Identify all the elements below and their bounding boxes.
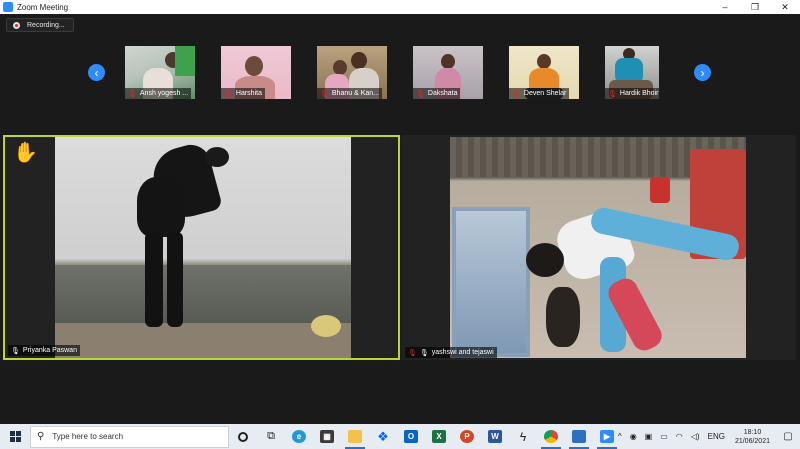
record-icon — [13, 21, 20, 29]
mic-muted-icon: 🎙 — [128, 90, 137, 98]
clock-date: 21/06/2021 — [734, 437, 770, 445]
participant-thumbnail[interactable]: 🎙 Dakshata — [413, 46, 483, 99]
window-title: Zoom Meeting — [17, 2, 69, 12]
participant-name: Bhanu & Kan... — [331, 90, 379, 97]
participant-name-label: 🎙 🎙 yashswi and tejaswi — [405, 347, 497, 358]
record-tray-icon[interactable]: ◉ — [626, 432, 641, 441]
mic-icon: 🎙 — [11, 347, 20, 355]
minimize-button[interactable]: – — [710, 0, 740, 14]
participant-video — [450, 137, 746, 358]
window-titlebar: Zoom Meeting – ❐ ✕ — [0, 0, 800, 14]
outlook-icon[interactable]: O — [397, 424, 425, 449]
mic-muted-icon: 🎙 — [512, 90, 521, 98]
next-page-button[interactable]: › — [694, 64, 711, 81]
power-automate-icon[interactable]: ϟ — [509, 424, 537, 449]
participant-name: Dakshata — [427, 90, 458, 97]
recording-label: Recording... — [27, 21, 65, 29]
volume-icon[interactable]: ◁) — [687, 432, 704, 441]
chrome-icon[interactable] — [537, 424, 565, 449]
participant-video — [55, 137, 351, 358]
battery-icon[interactable]: ▭ — [656, 432, 672, 441]
show-hidden-icons-chevron-icon[interactable]: ^ — [614, 432, 626, 441]
maximize-button[interactable]: ❐ — [740, 0, 770, 14]
excel-icon[interactable]: X — [425, 424, 453, 449]
start-button[interactable] — [0, 424, 30, 449]
close-button[interactable]: ✕ — [770, 0, 800, 14]
participant-name: Ansh yogesh ... — [139, 90, 189, 97]
mic-muted-icon: 🎙 — [224, 90, 233, 98]
video-tile[interactable]: 🎙 🎙 yashswi and tejaswi — [402, 135, 796, 360]
participant-thumbnail[interactable]: 🎙 Deven Shelar — [509, 46, 579, 99]
participant-name: Priyanka Paswan — [22, 347, 77, 354]
previous-page-button[interactable]: ‹ — [88, 64, 105, 81]
store-icon[interactable]: ▦ — [313, 424, 341, 449]
participant-name-bar: 🎙 Harshita — [221, 88, 265, 99]
edge-icon[interactable]: e — [285, 424, 313, 449]
search-icon: ⚲ — [37, 431, 45, 442]
taskbar-search-input[interactable]: ⚲ Type here to search — [30, 425, 229, 448]
windows-logo-icon — [9, 431, 21, 442]
participant-name: yashswi and tejaswi — [431, 349, 494, 356]
participant-name-bar: 🎙 Deven Shelar — [509, 88, 570, 99]
taskbar-clock[interactable]: 18:10 21/06/2021 — [729, 428, 776, 446]
dropbox-icon[interactable]: ❖ — [369, 424, 397, 449]
raised-hand-icon: ✋ — [13, 142, 38, 164]
video-tile-active-speaker[interactable]: ✋ 🎙 Priyanka Paswan — [3, 135, 400, 360]
meeting-stage: Recording... ‹ › 🎙 Ansh yogesh ... 🎙 Harsh… — [0, 14, 800, 424]
windows-taskbar: ⚲ Type here to search ⧉ e ▦ ❖ O X P W ϟ … — [0, 424, 800, 449]
clock-time: 18:10 — [743, 428, 762, 436]
task-view-icon[interactable]: ⧉ — [257, 424, 285, 449]
participant-name: Hardik Bhoir — [619, 90, 659, 97]
participant-name: Deven Shelar — [523, 90, 567, 97]
word-icon[interactable]: W — [481, 424, 509, 449]
wifi-icon[interactable]: ◠ — [672, 432, 687, 441]
system-tray: ^ ◉ ▣ ▭ ◠ ◁) ENG 18:10 21/06/2021 ▢ — [614, 424, 800, 449]
participant-thumbnail[interactable]: 🎙 Ansh yogesh ... — [125, 46, 195, 99]
network-icon[interactable]: ▣ — [641, 432, 657, 441]
participant-thumbnail[interactable]: 🎙 Harshita — [221, 46, 291, 99]
recording-indicator[interactable]: Recording... — [6, 18, 74, 32]
participant-name-bar: 🎙 Hardik Bhoir — [605, 88, 659, 99]
file-explorer-icon[interactable] — [341, 424, 369, 449]
mic-muted-icon: 🎙 — [408, 349, 417, 357]
mic-muted-icon: 🎙 — [608, 90, 617, 98]
participant-name-label: 🎙 Priyanka Paswan — [8, 345, 80, 356]
powerpoint-icon[interactable]: P — [453, 424, 481, 449]
mic-muted-icon: 🎙 — [416, 90, 425, 98]
photos-icon[interactable] — [565, 424, 593, 449]
mic-muted-icon: 🎙 — [320, 90, 329, 98]
notification-center-icon[interactable]: ▢ — [776, 424, 800, 449]
mic-icon: 🎙 — [419, 349, 429, 357]
window-controls: – ❐ ✕ — [710, 0, 800, 14]
participant-name-bar: 🎙 Bhanu & Kan... — [317, 88, 382, 99]
zoom-app-icon — [3, 2, 13, 12]
participant-name: Harshita — [235, 90, 262, 97]
participant-name-bar: 🎙 Dakshata — [413, 88, 461, 99]
participant-name-bar: 🎙 Ansh yogesh ... — [125, 88, 192, 99]
participant-thumbnail[interactable]: 🎙 Bhanu & Kan... — [317, 46, 387, 99]
cortana-icon[interactable] — [229, 424, 257, 449]
search-placeholder: Type here to search — [52, 432, 124, 441]
participant-thumbnail[interactable]: 🎙 Hardik Bhoir — [605, 46, 659, 99]
language-indicator[interactable]: ENG — [704, 432, 729, 441]
